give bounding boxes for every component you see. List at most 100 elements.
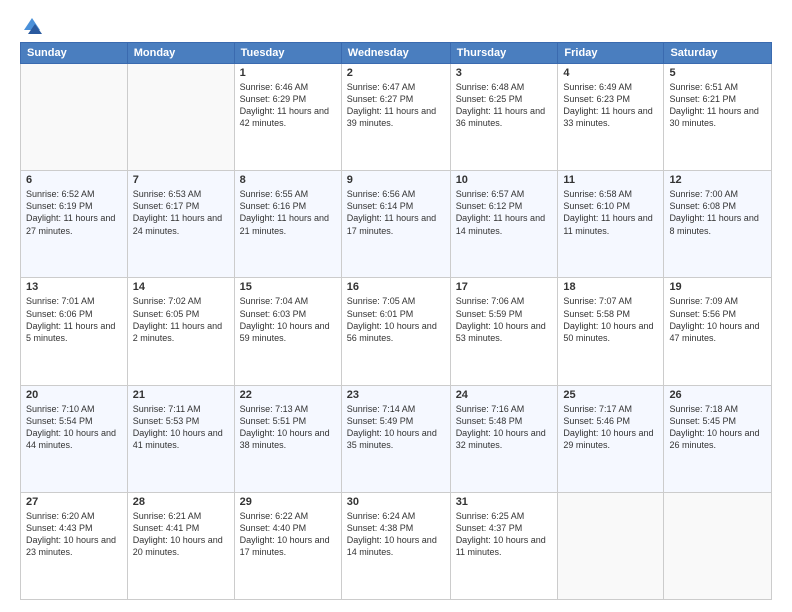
- day-info: Sunrise: 7:11 AM Sunset: 5:53 PM Dayligh…: [133, 403, 229, 452]
- calendar-cell: 17Sunrise: 7:06 AM Sunset: 5:59 PM Dayli…: [450, 278, 558, 385]
- calendar-cell: [558, 492, 664, 599]
- day-number: 2: [347, 67, 445, 79]
- day-info: Sunrise: 6:47 AM Sunset: 6:27 PM Dayligh…: [347, 81, 445, 130]
- page: SundayMondayTuesdayWednesdayThursdayFrid…: [0, 0, 792, 612]
- week-row-1: 1 Sunrise: 6:46 AM Sunset: 6:29 PM Daylig…: [21, 64, 772, 171]
- calendar-cell: 6 Sunrise: 6:52 AM Sunset: 6:19 PM Daylig…: [21, 171, 128, 278]
- calendar-cell: 11 Sunrise: 6:58 AM Sunset: 6:10 PM Dayli…: [558, 171, 664, 278]
- calendar-cell: 27 Sunrise: 6:20 AM Sunset: 4:43 PM Dayli…: [21, 492, 128, 599]
- day-number: 25: [563, 389, 658, 401]
- day-info: Sunrise: 7:06 AM Sunset: 5:59 PM Dayligh…: [456, 295, 553, 344]
- calendar-cell: 9 Sunrise: 6:56 AM Sunset: 6:14 PM Daylig…: [341, 171, 450, 278]
- day-number: 11: [563, 174, 658, 186]
- day-number: 7: [133, 174, 229, 186]
- day-number: 3: [456, 67, 553, 79]
- day-info: Sunrise: 7:02 AM Sunset: 6:05 PM Dayligh…: [133, 295, 229, 344]
- weekday-saturday: Saturday: [664, 43, 772, 64]
- day-info: Sunrise: 7:04 AM Sunset: 6:03 PM Dayligh…: [240, 295, 336, 344]
- calendar-cell: 18Sunrise: 7:07 AM Sunset: 5:58 PM Dayli…: [558, 278, 664, 385]
- day-info: Sunrise: 6:25 AM Sunset: 4:37 PM Dayligh…: [456, 510, 553, 559]
- day-info: Sunrise: 6:21 AM Sunset: 4:41 PM Dayligh…: [133, 510, 229, 559]
- calendar-cell: 20 Sunrise: 7:10 AM Sunset: 5:54 PM Dayli…: [21, 385, 128, 492]
- calendar-cell: [21, 64, 128, 171]
- calendar-cell: 26 Sunrise: 7:18 AM Sunset: 5:45 PM Dayli…: [664, 385, 772, 492]
- day-info: Sunrise: 6:24 AM Sunset: 4:38 PM Dayligh…: [347, 510, 445, 559]
- day-number: 27: [26, 496, 122, 508]
- day-number: 20: [26, 389, 122, 401]
- calendar-cell: 5 Sunrise: 6:51 AM Sunset: 6:21 PM Daylig…: [664, 64, 772, 171]
- calendar-cell: 31 Sunrise: 6:25 AM Sunset: 4:37 PM Dayli…: [450, 492, 558, 599]
- day-number: 31: [456, 496, 553, 508]
- day-info: Sunrise: 7:00 AM Sunset: 6:08 PM Dayligh…: [669, 188, 766, 237]
- day-number: 30: [347, 496, 445, 508]
- week-row-5: 27 Sunrise: 6:20 AM Sunset: 4:43 PM Dayli…: [21, 492, 772, 599]
- weekday-tuesday: Tuesday: [234, 43, 341, 64]
- day-number: 1: [240, 67, 336, 79]
- day-info: Sunrise: 7:05 AM Sunset: 6:01 PM Dayligh…: [347, 295, 445, 344]
- calendar-cell: 22Sunrise: 7:13 AM Sunset: 5:51 PM Dayli…: [234, 385, 341, 492]
- calendar-cell: [127, 64, 234, 171]
- day-info: Sunrise: 6:46 AM Sunset: 6:29 PM Dayligh…: [240, 81, 336, 130]
- calendar-cell: 7 Sunrise: 6:53 AM Sunset: 6:17 PM Daylig…: [127, 171, 234, 278]
- day-info: Sunrise: 6:57 AM Sunset: 6:12 PM Dayligh…: [456, 188, 553, 237]
- calendar-table: SundayMondayTuesdayWednesdayThursdayFrid…: [20, 42, 772, 600]
- day-number: 6: [26, 174, 122, 186]
- day-info: Sunrise: 7:13 AM Sunset: 5:51 PM Dayligh…: [240, 403, 336, 452]
- day-number: 24: [456, 389, 553, 401]
- day-info: Sunrise: 7:17 AM Sunset: 5:46 PM Dayligh…: [563, 403, 658, 452]
- day-number: 10: [456, 174, 553, 186]
- day-number: 29: [240, 496, 336, 508]
- calendar-cell: 1 Sunrise: 6:46 AM Sunset: 6:29 PM Daylig…: [234, 64, 341, 171]
- day-number: 13: [26, 281, 122, 293]
- calendar-cell: 23Sunrise: 7:14 AM Sunset: 5:49 PM Dayli…: [341, 385, 450, 492]
- day-number: 15: [240, 281, 336, 293]
- weekday-thursday: Thursday: [450, 43, 558, 64]
- calendar-cell: 21Sunrise: 7:11 AM Sunset: 5:53 PM Dayli…: [127, 385, 234, 492]
- day-number: 8: [240, 174, 336, 186]
- day-number: 16: [347, 281, 445, 293]
- calendar-cell: 2 Sunrise: 6:47 AM Sunset: 6:27 PM Daylig…: [341, 64, 450, 171]
- calendar-cell: 29 Sunrise: 6:22 AM Sunset: 4:40 PM Dayli…: [234, 492, 341, 599]
- week-row-4: 20 Sunrise: 7:10 AM Sunset: 5:54 PM Dayli…: [21, 385, 772, 492]
- calendar-cell: 3Sunrise: 6:48 AM Sunset: 6:25 PM Daylig…: [450, 64, 558, 171]
- day-info: Sunrise: 6:22 AM Sunset: 4:40 PM Dayligh…: [240, 510, 336, 559]
- calendar-cell: 12 Sunrise: 7:00 AM Sunset: 6:08 PM Dayli…: [664, 171, 772, 278]
- week-row-2: 6 Sunrise: 6:52 AM Sunset: 6:19 PM Daylig…: [21, 171, 772, 278]
- calendar-cell: 16 Sunrise: 7:05 AM Sunset: 6:01 PM Dayli…: [341, 278, 450, 385]
- weekday-friday: Friday: [558, 43, 664, 64]
- day-info: Sunrise: 7:16 AM Sunset: 5:48 PM Dayligh…: [456, 403, 553, 452]
- calendar-cell: 25 Sunrise: 7:17 AM Sunset: 5:46 PM Dayli…: [558, 385, 664, 492]
- day-number: 5: [669, 67, 766, 79]
- calendar-cell: 28 Sunrise: 6:21 AM Sunset: 4:41 PM Dayli…: [127, 492, 234, 599]
- day-number: 26: [669, 389, 766, 401]
- calendar-cell: 30 Sunrise: 6:24 AM Sunset: 4:38 PM Dayli…: [341, 492, 450, 599]
- day-info: Sunrise: 7:01 AM Sunset: 6:06 PM Dayligh…: [26, 295, 122, 344]
- header: [20, 16, 772, 32]
- logo: [20, 16, 42, 32]
- day-info: Sunrise: 7:10 AM Sunset: 5:54 PM Dayligh…: [26, 403, 122, 452]
- day-number: 12: [669, 174, 766, 186]
- day-number: 14: [133, 281, 229, 293]
- day-number: 9: [347, 174, 445, 186]
- day-info: Sunrise: 6:56 AM Sunset: 6:14 PM Dayligh…: [347, 188, 445, 237]
- day-info: Sunrise: 6:55 AM Sunset: 6:16 PM Dayligh…: [240, 188, 336, 237]
- weekday-header-row: SundayMondayTuesdayWednesdayThursdayFrid…: [21, 43, 772, 64]
- day-number: 4: [563, 67, 658, 79]
- day-info: Sunrise: 7:18 AM Sunset: 5:45 PM Dayligh…: [669, 403, 766, 452]
- calendar-cell: 24 Sunrise: 7:16 AM Sunset: 5:48 PM Dayli…: [450, 385, 558, 492]
- calendar-cell: 15 Sunrise: 7:04 AM Sunset: 6:03 PM Dayli…: [234, 278, 341, 385]
- weekday-wednesday: Wednesday: [341, 43, 450, 64]
- day-info: Sunrise: 6:51 AM Sunset: 6:21 PM Dayligh…: [669, 81, 766, 130]
- day-info: Sunrise: 7:09 AM Sunset: 5:56 PM Dayligh…: [669, 295, 766, 344]
- calendar-cell: 13 Sunrise: 7:01 AM Sunset: 6:06 PM Dayli…: [21, 278, 128, 385]
- day-info: Sunrise: 6:20 AM Sunset: 4:43 PM Dayligh…: [26, 510, 122, 559]
- calendar-body: 1 Sunrise: 6:46 AM Sunset: 6:29 PM Daylig…: [21, 64, 772, 600]
- day-info: Sunrise: 6:53 AM Sunset: 6:17 PM Dayligh…: [133, 188, 229, 237]
- day-info: Sunrise: 7:14 AM Sunset: 5:49 PM Dayligh…: [347, 403, 445, 452]
- day-number: 18: [563, 281, 658, 293]
- day-info: Sunrise: 6:52 AM Sunset: 6:19 PM Dayligh…: [26, 188, 122, 237]
- week-row-3: 13 Sunrise: 7:01 AM Sunset: 6:06 PM Dayli…: [21, 278, 772, 385]
- day-info: Sunrise: 6:58 AM Sunset: 6:10 PM Dayligh…: [563, 188, 658, 237]
- day-number: 28: [133, 496, 229, 508]
- calendar-cell: [664, 492, 772, 599]
